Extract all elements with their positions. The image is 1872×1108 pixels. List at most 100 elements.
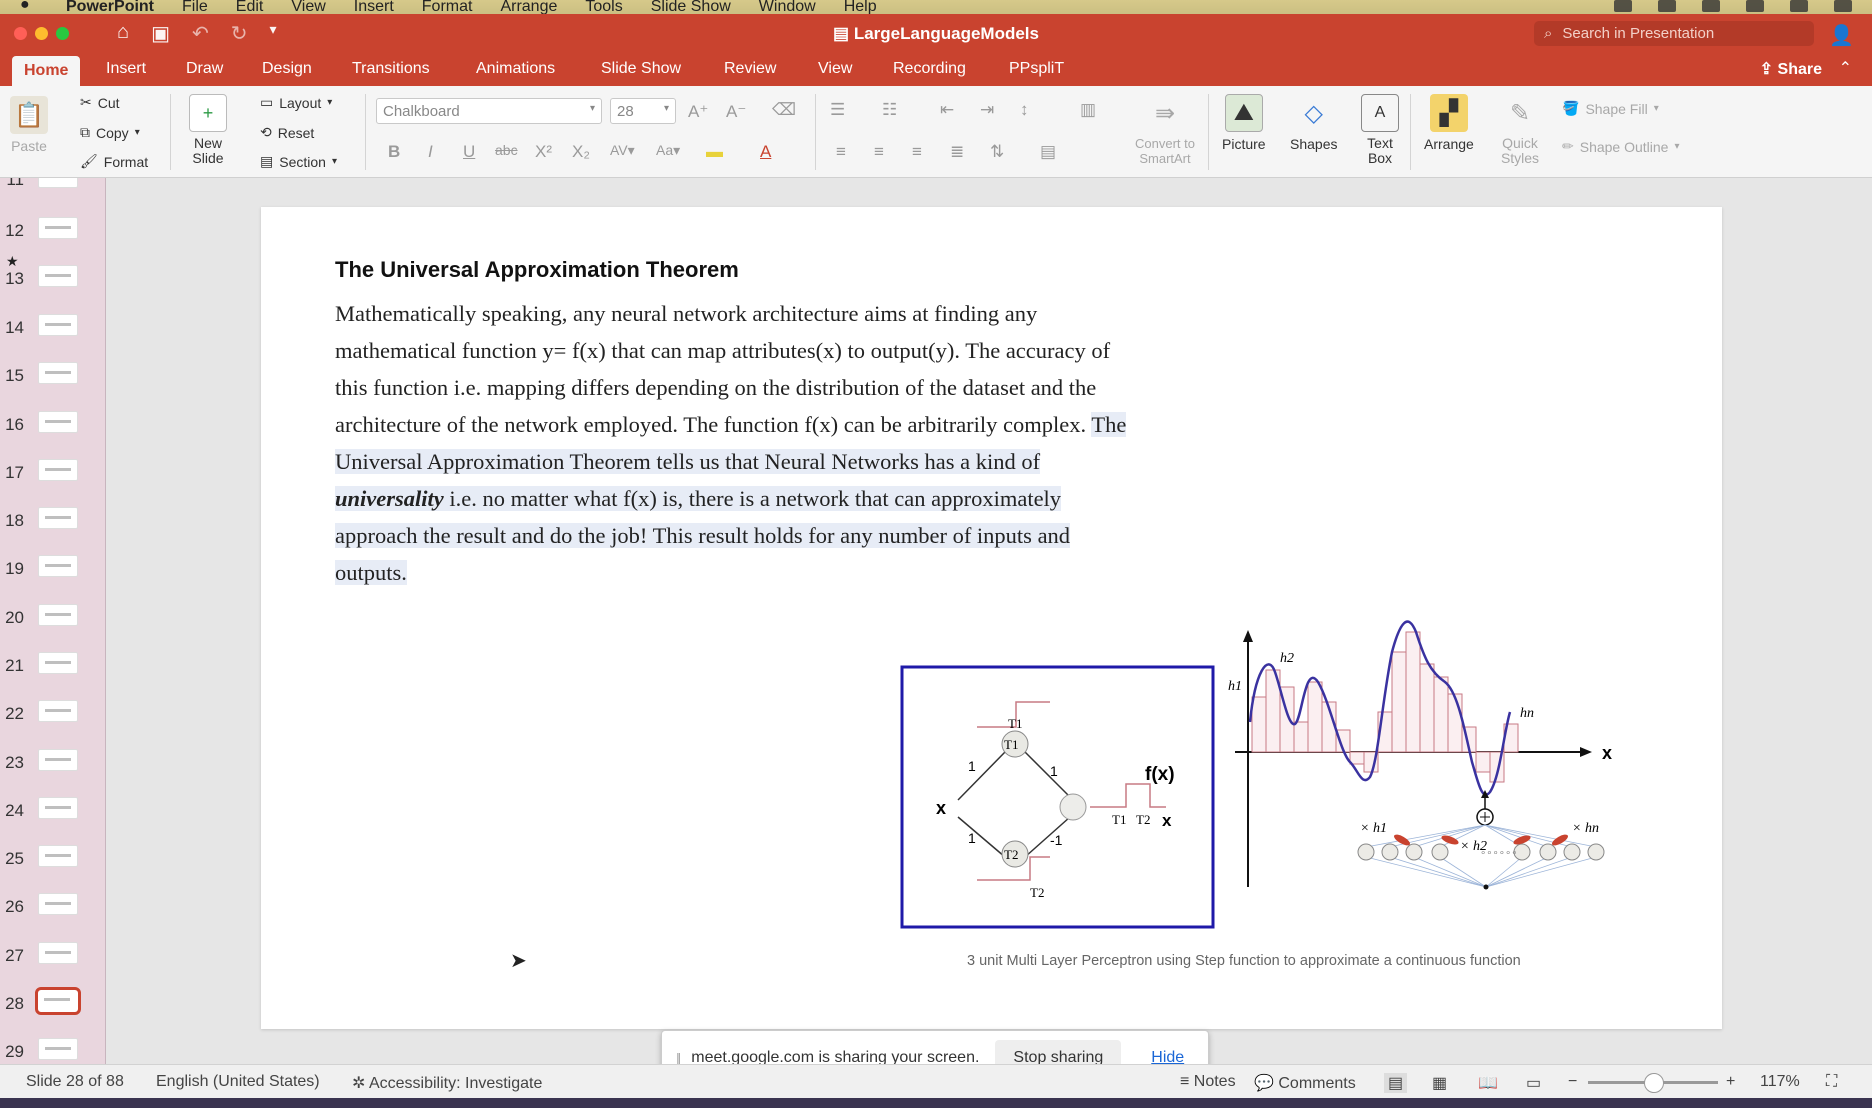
slide-counter[interactable]: Slide 28 of 88 (26, 1073, 124, 1091)
menu-arrange[interactable]: Arrange (500, 0, 557, 14)
thumbnail-item[interactable]: 24 (0, 791, 105, 831)
home-icon[interactable]: ⌂ (117, 21, 129, 46)
font-size-select[interactable]: 28 ▾ (610, 98, 676, 124)
thumbnail-item[interactable]: 25 (0, 839, 105, 879)
justify-icon[interactable]: ≣ (950, 142, 964, 162)
text-box-button[interactable]: A Text Box (1360, 94, 1400, 166)
sorter-view-icon[interactable]: ▦ (1432, 1073, 1447, 1093)
thumbnail-item[interactable]: 14 (0, 308, 105, 348)
tab-slideshow[interactable]: Slide Show (601, 60, 681, 78)
align-right-icon[interactable]: ≡ (912, 142, 922, 162)
shape-fill-button[interactable]: 🪣 Shape Fill ▾ (1562, 100, 1659, 117)
thumbnail-item[interactable]: 16 (0, 405, 105, 445)
font-color-icon[interactable]: A (760, 142, 771, 162)
reset-button[interactable]: ⟲ Reset (260, 124, 314, 141)
strikethrough-icon[interactable]: abc (495, 142, 518, 158)
tab-view[interactable]: View (818, 60, 852, 78)
customize-toolbar-icon[interactable]: ▾ (270, 21, 277, 46)
tab-ppsplit[interactable]: PPspliT (1009, 60, 1064, 78)
clear-format-icon[interactable]: ⌫ (772, 100, 796, 120)
new-slide-button[interactable]: + New Slide (188, 94, 228, 166)
slide-body-text[interactable]: Mathematically speaking, any neural netw… (335, 295, 1135, 591)
status-icon[interactable] (1658, 0, 1676, 12)
menu-help[interactable]: Help (844, 0, 877, 14)
menu-format[interactable]: Format (422, 0, 473, 14)
tab-home[interactable]: Home (12, 56, 81, 88)
thumbnail-item[interactable]: 11 (0, 178, 105, 200)
minimize-window-button[interactable] (35, 26, 48, 40)
slide-title[interactable]: The Universal Approximation Theorem (335, 257, 739, 283)
language-status[interactable]: English (United States) (156, 1073, 320, 1091)
save-icon[interactable]: ▣ (151, 21, 170, 46)
collapse-ribbon-icon[interactable]: ⌃ (1839, 58, 1852, 78)
fit-slide-icon[interactable]: ⛶ (1826, 1073, 1837, 1091)
apple-icon[interactable]: ● (20, 0, 36, 14)
tab-recording[interactable]: Recording (893, 60, 966, 78)
accessibility-status[interactable]: ✲ Accessibility: Investigate (352, 1073, 542, 1093)
thumbnail-item[interactable]: 22 (0, 694, 105, 734)
numbering-icon[interactable]: ☷ (882, 100, 897, 120)
thumbnail-item[interactable]: 19 (0, 549, 105, 589)
reading-view-icon[interactable]: 📖 (1478, 1073, 1498, 1093)
decrease-indent-icon[interactable]: ⇤ (940, 100, 954, 120)
columns-icon[interactable]: ▥ (1080, 100, 1096, 120)
wifi-icon[interactable] (1746, 0, 1764, 12)
picture-button[interactable]: ⛰ Picture (1222, 94, 1266, 152)
convert-smartart-button[interactable]: ⇛ Convert to SmartArt (1120, 94, 1210, 167)
thumbnail-item[interactable]: 21 (0, 646, 105, 686)
zoom-slider-thumb[interactable] (1644, 1073, 1664, 1093)
status-icon[interactable] (1614, 0, 1632, 12)
shapes-button[interactable]: ◇ Shapes (1290, 94, 1337, 153)
thumbnail-item[interactable]: 27 (0, 936, 105, 976)
text-direction-icon[interactable]: ⇅ (990, 142, 1004, 162)
figure-caption[interactable]: 3 unit Multi Layer Perceptron using Step… (967, 953, 1521, 969)
menu-view[interactable]: View (291, 0, 325, 14)
menu-file[interactable]: File (182, 0, 208, 14)
thumbnail-item[interactable]: 18 (0, 501, 105, 541)
slideshow-view-icon[interactable]: ▭ (1526, 1073, 1541, 1093)
copy-button[interactable]: ⧉ Copy ▾ (80, 124, 140, 141)
italic-icon[interactable]: I (428, 142, 433, 162)
format-painter-button[interactable]: 🖌 Format (80, 153, 148, 170)
menu-window[interactable]: Window (759, 0, 816, 14)
align-left-icon[interactable]: ≡ (836, 142, 846, 162)
align-center-icon[interactable]: ≡ (874, 142, 884, 162)
tab-draw[interactable]: Draw (186, 60, 223, 78)
close-window-button[interactable] (14, 26, 27, 40)
redo-icon[interactable]: ↻ (231, 21, 248, 46)
thumbnail-item[interactable]: 15 (0, 356, 105, 396)
superscript-icon[interactable]: X² (535, 142, 552, 162)
tab-insert[interactable]: Insert (106, 60, 146, 78)
cut-button[interactable]: ✂ Cut (80, 94, 120, 111)
share-button[interactable]: ⇪ Share (1760, 59, 1822, 79)
thumbnail-item[interactable]: 20 (0, 598, 105, 638)
align-text-icon[interactable]: ▤ (1040, 142, 1056, 162)
thumbnail-item[interactable]: ★ 13 (0, 253, 105, 299)
thumbnail-item[interactable]: 26 (0, 887, 105, 927)
tab-design[interactable]: Design (262, 60, 312, 78)
layout-button[interactable]: ▭ Layout ▾ (260, 94, 332, 111)
notes-button[interactable]: ≡ Notes (1180, 1073, 1236, 1091)
zoom-in-icon[interactable]: + (1726, 1073, 1735, 1091)
thumbnail-item[interactable]: 17 (0, 453, 105, 493)
underline-icon[interactable]: U (463, 142, 475, 162)
char-spacing-icon[interactable]: AV▾ (610, 142, 635, 159)
menu-edit[interactable]: Edit (236, 0, 264, 14)
shrink-font-icon[interactable]: A⁻ (726, 102, 746, 122)
slide-thumbnails-pane[interactable]: 11 12 ★ 13 14 15 16 17 18 19 20 21 22 23 … (0, 178, 106, 1064)
comments-button[interactable]: 💬 Comments (1254, 1073, 1356, 1093)
zoom-out-icon[interactable]: − (1568, 1073, 1577, 1091)
profile-icon[interactable]: 👤 (1829, 23, 1854, 48)
normal-view-icon[interactable]: ▤ (1384, 1073, 1408, 1093)
clock-icon[interactable] (1790, 0, 1808, 12)
bold-icon[interactable]: B (388, 142, 400, 162)
line-spacing-icon[interactable]: ↕ (1020, 100, 1029, 120)
thumbnail-item[interactable]: 29 (0, 1032, 105, 1064)
zoom-level[interactable]: 117% (1760, 1073, 1800, 1091)
search-input[interactable]: ⌕ Search in Presentation (1534, 21, 1814, 46)
thumbnail-item-selected[interactable]: 28 (0, 984, 105, 1024)
menu-insert[interactable]: Insert (354, 0, 394, 14)
change-case-icon[interactable]: Aa▾ (656, 142, 680, 159)
paste-button[interactable]: 📋 Paste (10, 96, 48, 154)
menu-slideshow[interactable]: Slide Show (651, 0, 731, 14)
